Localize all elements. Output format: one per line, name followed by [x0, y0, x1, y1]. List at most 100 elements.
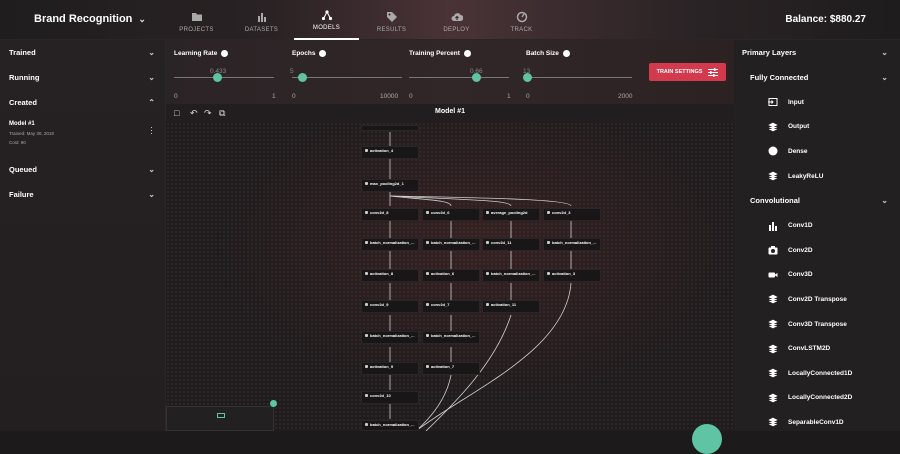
tab-deploy[interactable]: DEPLOY — [424, 0, 489, 40]
minimap[interactable] — [166, 406, 274, 431]
graph-node[interactable]: max_pooling2d_1 — [361, 179, 419, 192]
layers-icon — [768, 417, 778, 427]
slider-track[interactable] — [292, 77, 402, 78]
tab-label: PROJECTS — [179, 27, 214, 33]
model-card[interactable]: Model #1 Trained: May 30, 2019 Cost: 90 … — [0, 115, 165, 157]
tab-projects[interactable]: PROJECTS — [164, 0, 229, 40]
graph-node[interactable]: conv2d_9 — [361, 300, 419, 313]
graph-node[interactable]: conv2d_8 — [361, 208, 419, 221]
project-selector[interactable]: Brand Recognition ⌄ — [34, 13, 146, 25]
camera-icon — [768, 245, 778, 255]
bar-chart-icon — [768, 221, 778, 231]
graph-node[interactable]: conv2d_6 — [422, 208, 480, 221]
layer-conv3d-transpose[interactable]: Conv3D Transpose — [734, 312, 900, 337]
slider-thumb[interactable] — [472, 73, 481, 82]
section-trained[interactable]: Trained ⌄ — [0, 40, 165, 65]
graph-node[interactable]: batch_normalization_... — [361, 420, 419, 431]
slider-track[interactable] — [526, 77, 632, 78]
slider-thumb[interactable] — [213, 73, 222, 82]
tag-icon — [386, 12, 397, 22]
layer-separableconv1d[interactable]: SeparableConv1D — [734, 410, 900, 435]
graph-node[interactable]: conv2d_3 — [543, 208, 601, 221]
minimap-resize-handle[interactable] — [270, 400, 277, 407]
info-icon[interactable] — [562, 50, 570, 57]
node-label: conv2d_6 — [426, 210, 476, 215]
section-failure[interactable]: Failure ⌄ — [0, 182, 165, 207]
training-params: Learning Rate 0.433 0 1 Epochs 5 0 10000… — [166, 40, 734, 104]
layer-conv2d-transpose[interactable]: Conv2D Transpose — [734, 287, 900, 312]
node-label: conv2d_7 — [426, 302, 476, 307]
graph-node[interactable]: batch_normalization_... — [361, 331, 419, 344]
section-fully-connected[interactable]: Fully Connected ⌄ — [734, 65, 900, 90]
graph-node[interactable]: activation_9 — [361, 362, 419, 375]
tab-models[interactable]: MODELS — [294, 0, 359, 40]
graph-node[interactable]: average_pooling2d — [482, 208, 540, 221]
section-convolutional[interactable]: Convolutional ⌄ — [734, 188, 900, 213]
add-layer-button[interactable] — [692, 424, 722, 454]
layer-conv1d[interactable]: Conv1D — [734, 213, 900, 238]
slider-max: 10000 — [380, 93, 399, 100]
info-icon[interactable] — [319, 50, 327, 57]
graph-node[interactable]: activation_11 — [482, 300, 540, 313]
section-label: Failure — [9, 190, 34, 199]
graph-node[interactable]: batch_normalization_... — [361, 238, 419, 251]
more-options-icon[interactable]: · · · — [150, 123, 153, 138]
layers-icon — [768, 294, 778, 304]
tab-results[interactable]: RESULTS — [359, 0, 424, 40]
gauge-icon — [516, 11, 527, 23]
minimap-viewport[interactable] — [217, 413, 225, 418]
chevron-down-icon: ⌄ — [148, 190, 155, 199]
graph-node[interactable]: batch_normalization_... — [482, 269, 540, 282]
graph-node[interactable]: batch_normalization_... — [543, 238, 601, 251]
graph-node[interactable]: activation_8 — [361, 269, 419, 282]
tab-label: DATASETS — [244, 27, 279, 33]
graph-node[interactable]: activation_4 — [361, 146, 419, 159]
layer-label: ConvLSTM2D — [788, 345, 831, 353]
layer-label: Conv2D — [788, 246, 813, 254]
graph-node[interactable]: conv2d_10 — [361, 391, 419, 404]
layer-input[interactable]: Input — [734, 90, 900, 115]
top-bar: Brand Recognition ⌄ PROJECTS DATASETS MO… — [0, 0, 900, 40]
main-nav: PROJECTS DATASETS MODELS RESULTS DEPLOY … — [164, 0, 554, 40]
fully-connected-list: Input — [734, 90, 900, 115]
graph-node[interactable] — [361, 125, 419, 131]
layer-locallyconnected1d[interactable]: LocallyConnected1D — [734, 361, 900, 386]
layer-convlstm2d[interactable]: ConvLSTM2D — [734, 336, 900, 361]
node-label: activation_6 — [426, 271, 476, 276]
slider-thumb[interactable] — [523, 73, 532, 82]
node-label: batch_normalization_... — [365, 422, 415, 427]
model-trained-date: Trained: May 30, 2019 — [9, 131, 54, 136]
slider-thumb[interactable] — [298, 73, 307, 82]
graph-node[interactable]: activation_3 — [543, 269, 601, 282]
section-label: Convolutional — [750, 196, 800, 206]
slider-track[interactable] — [174, 77, 274, 78]
layer-leakyrelu[interactable]: LeakyReLU — [734, 164, 900, 189]
node-label: conv2d_8 — [365, 210, 415, 215]
node-label: conv2d_3 — [547, 210, 597, 215]
train-settings-button[interactable]: TRAIN SETTINGS — [649, 63, 726, 81]
graph-node[interactable]: batch_normalization_... — [422, 238, 480, 251]
tab-datasets[interactable]: DATASETS — [229, 0, 294, 40]
graph-node[interactable]: activation_6 — [422, 269, 480, 282]
layer-locallyconnected2d[interactable]: LocallyConnected2D — [734, 386, 900, 411]
slider-track[interactable] — [409, 77, 509, 78]
tab-track[interactable]: TRACK — [489, 0, 554, 40]
layers-icon — [768, 368, 778, 378]
info-icon[interactable] — [221, 50, 229, 57]
section-primary-layers[interactable]: Primary Layers ⌄ — [734, 40, 900, 65]
layer-label: LeakyReLU — [788, 172, 824, 180]
layer-conv3d[interactable]: Conv3D — [734, 263, 900, 288]
section-queued[interactable]: Queued ⌄ — [0, 157, 165, 182]
section-created[interactable]: Created ⌃ — [0, 90, 165, 115]
info-icon[interactable] — [463, 50, 471, 57]
layer-output[interactable]: Output — [734, 115, 900, 140]
button-label: TRAIN SETTINGS — [656, 69, 703, 75]
graph-node[interactable]: activation_7 — [422, 362, 480, 375]
layer-conv2d[interactable]: Conv2D — [734, 238, 900, 263]
graph-node[interactable]: conv2d_7 — [422, 300, 480, 313]
learning-rate-param: Learning Rate 0.433 0 1 — [174, 50, 276, 100]
layer-dense[interactable]: Dense — [734, 139, 900, 164]
graph-node[interactable]: batch_normalization_... — [422, 331, 480, 344]
graph-node[interactable]: conv2d_11 — [482, 238, 540, 251]
section-running[interactable]: Running ⌄ — [0, 65, 165, 90]
